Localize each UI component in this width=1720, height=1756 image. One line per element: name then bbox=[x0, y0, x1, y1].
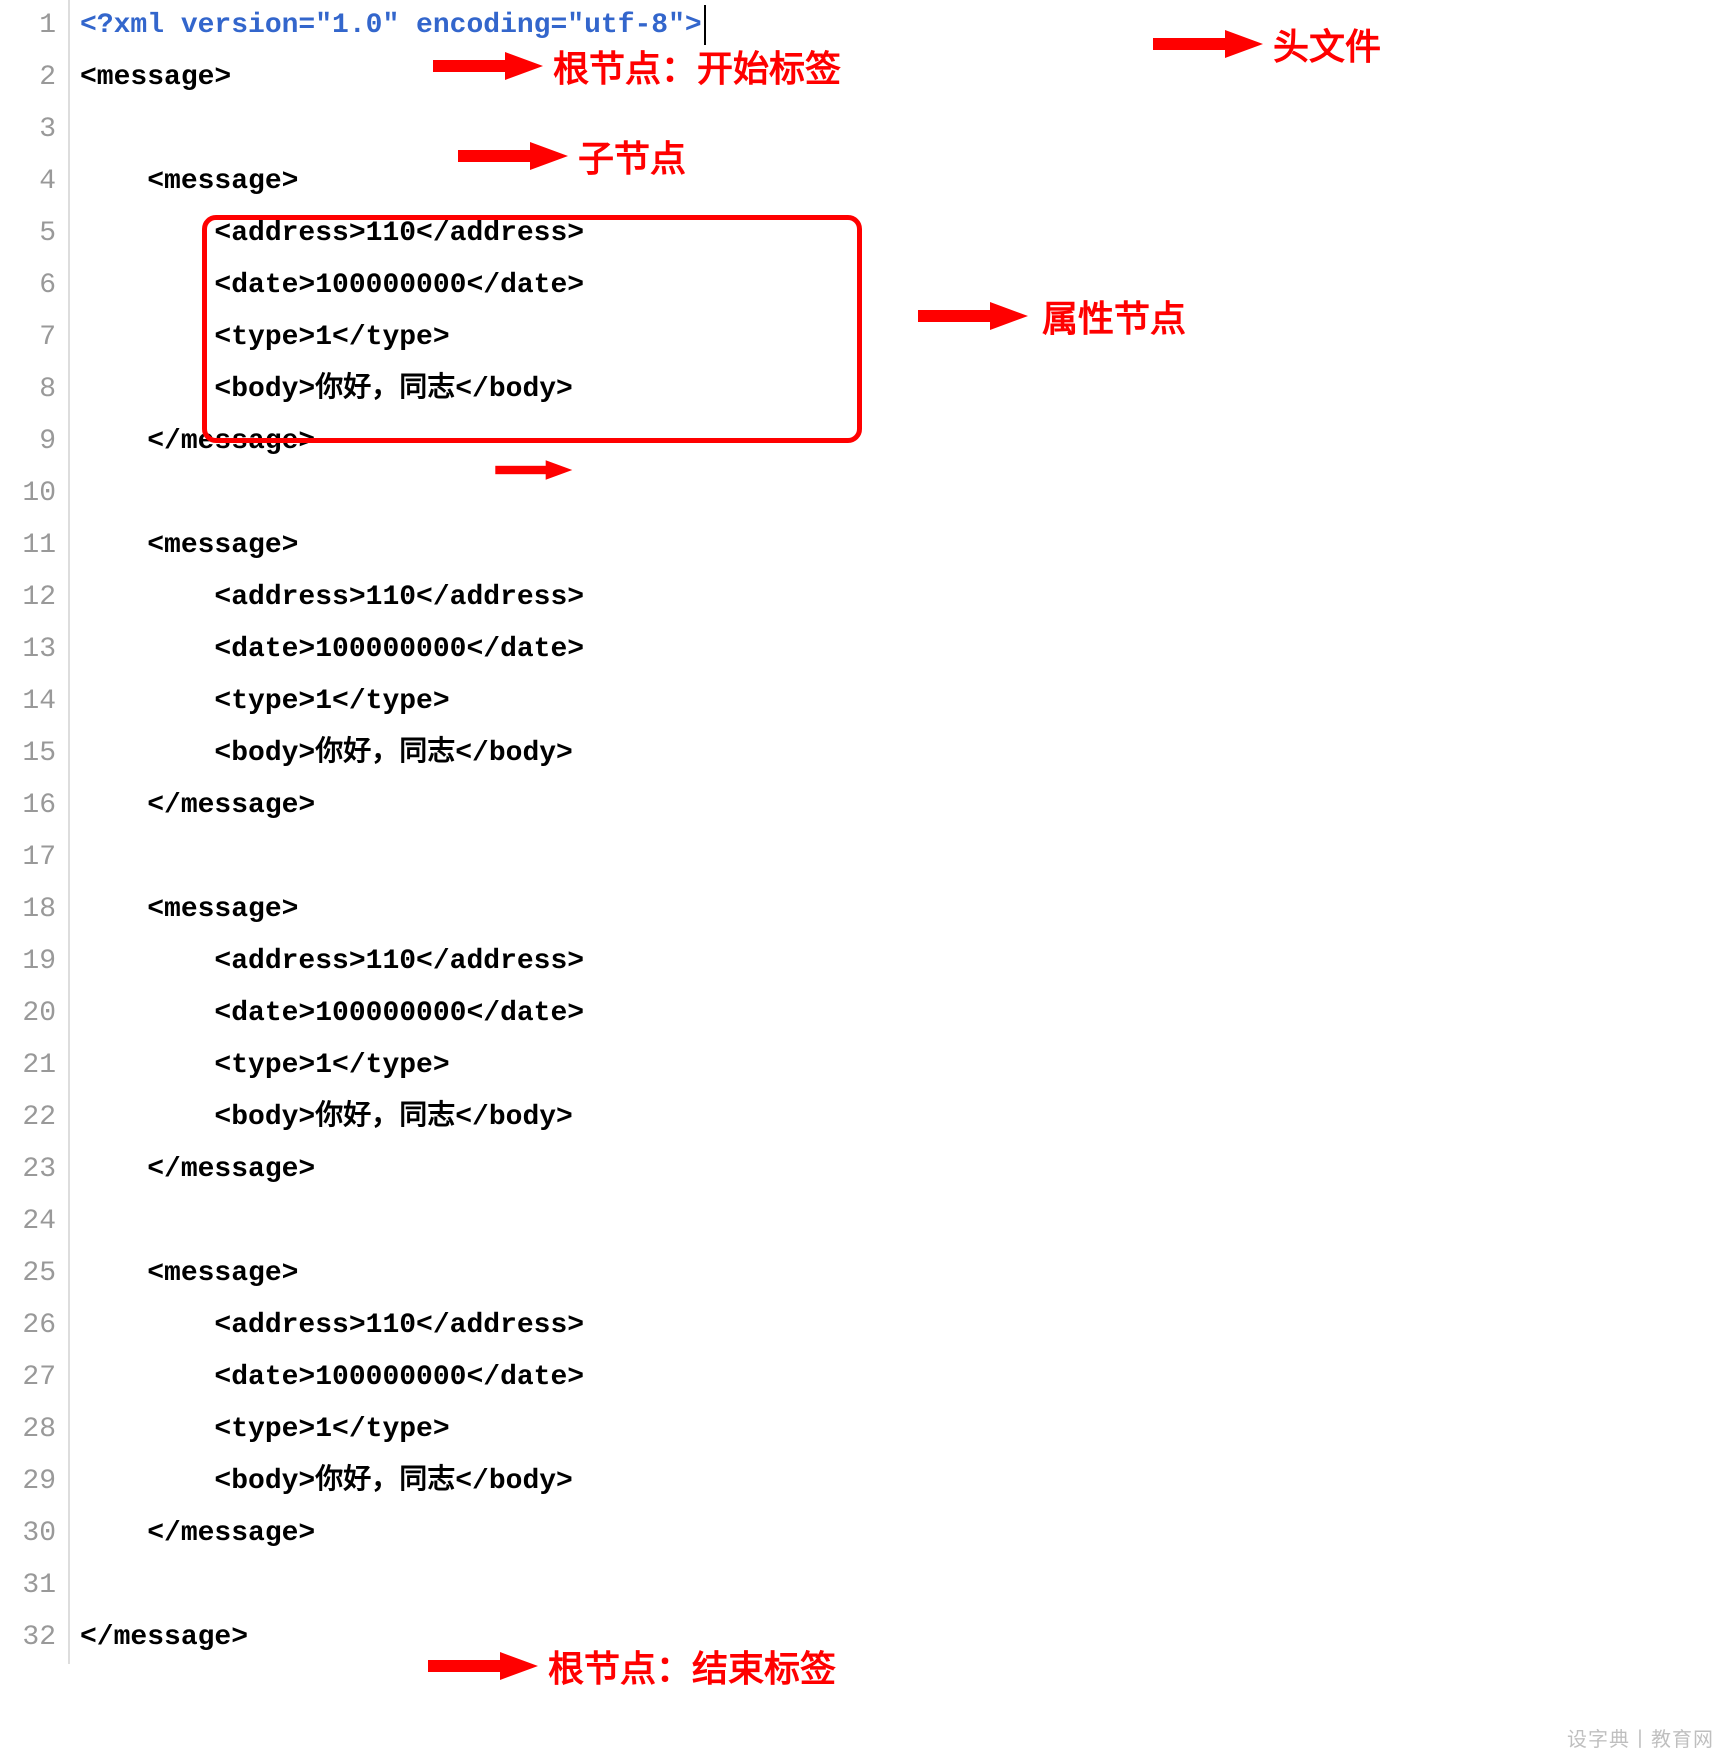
code-text: <message> bbox=[80, 884, 706, 936]
arrow-right-icon bbox=[505, 52, 543, 80]
line-number: 26 bbox=[0, 1300, 56, 1352]
code-text: </message> bbox=[80, 1144, 706, 1196]
code-text: <body>你好，同志</body> bbox=[80, 1456, 706, 1508]
line-number: 22 bbox=[0, 1092, 56, 1144]
line-number: 20 bbox=[0, 988, 56, 1040]
xml-declaration: <?xml version="1.0" encoding="utf-8"> bbox=[80, 10, 702, 41]
code-text: </message> bbox=[80, 780, 706, 832]
annotation-root-end-tag: 根节点：结束标签 bbox=[500, 1640, 836, 1692]
code-text: <address>110</address> bbox=[80, 1300, 706, 1352]
annotation-attribute-node: 属性节点 bbox=[990, 290, 1186, 342]
arrow-right-icon bbox=[546, 460, 573, 480]
annotation-label: 头文件 bbox=[1273, 18, 1381, 70]
code-text bbox=[80, 1560, 706, 1612]
annotation-arrow-child-close bbox=[540, 456, 578, 484]
line-number: 32 bbox=[0, 1612, 56, 1664]
line-number: 9 bbox=[0, 416, 56, 468]
code-text: <type>1</type> bbox=[80, 676, 706, 728]
code-text: <address>110</address> bbox=[80, 572, 706, 624]
line-number: 2 bbox=[0, 52, 56, 104]
line-number: 18 bbox=[0, 884, 56, 936]
code-text bbox=[80, 1196, 706, 1248]
line-number: 7 bbox=[0, 312, 56, 364]
line-number: 6 bbox=[0, 260, 56, 312]
annotation-header-file: 头文件 bbox=[1225, 18, 1381, 70]
arrow-right-icon bbox=[530, 142, 568, 170]
line-number: 29 bbox=[0, 1456, 56, 1508]
line-number: 17 bbox=[0, 832, 56, 884]
code-area[interactable]: <?xml version="1.0" encoding="utf-8"> <m… bbox=[70, 0, 706, 1664]
code-text: <body>你好，同志</body> bbox=[80, 728, 706, 780]
arrow-right-icon bbox=[500, 1652, 538, 1680]
line-number: 8 bbox=[0, 364, 56, 416]
arrow-right-icon bbox=[1225, 30, 1263, 58]
code-text: <address>110</address> bbox=[80, 936, 706, 988]
code-editor: 1 2 3 4 5 6 7 8 9 10 11 12 13 14 15 16 1… bbox=[0, 0, 1720, 1664]
annotation-label: 根节点：结束标签 bbox=[548, 1640, 836, 1692]
text-cursor bbox=[704, 5, 706, 45]
code-text: <type>1</type> bbox=[80, 312, 706, 364]
line-number: 3 bbox=[0, 104, 56, 156]
code-text: <message> bbox=[80, 520, 706, 572]
watermark-text: 设字典丨教育网 bbox=[1567, 1723, 1714, 1752]
code-text: <address>110</address> bbox=[80, 208, 706, 260]
line-number: 21 bbox=[0, 1040, 56, 1092]
code-text: </message> bbox=[80, 1508, 706, 1560]
line-number: 31 bbox=[0, 1560, 56, 1612]
code-text bbox=[80, 832, 706, 884]
code-text: <date>100000000</date> bbox=[80, 988, 706, 1040]
line-number: 14 bbox=[0, 676, 56, 728]
annotation-root-start-tag: 根节点：开始标签 bbox=[505, 40, 841, 92]
code-text bbox=[80, 468, 706, 520]
line-number: 25 bbox=[0, 1248, 56, 1300]
line-number: 4 bbox=[0, 156, 56, 208]
line-number: 11 bbox=[0, 520, 56, 572]
line-number: 1 bbox=[0, 0, 56, 52]
line-number: 10 bbox=[0, 468, 56, 520]
line-number: 28 bbox=[0, 1404, 56, 1456]
code-text: <type>1</type> bbox=[80, 1404, 706, 1456]
line-number: 12 bbox=[0, 572, 56, 624]
code-text: <message> bbox=[80, 1248, 706, 1300]
annotation-child-node: 子节点 bbox=[530, 130, 686, 182]
code-text: <body>你好，同志</body> bbox=[80, 1092, 706, 1144]
line-number: 5 bbox=[0, 208, 56, 260]
line-number: 23 bbox=[0, 1144, 56, 1196]
line-number-gutter: 1 2 3 4 5 6 7 8 9 10 11 12 13 14 15 16 1… bbox=[0, 0, 70, 1664]
line-number: 15 bbox=[0, 728, 56, 780]
line-number: 24 bbox=[0, 1196, 56, 1248]
arrow-right-icon bbox=[990, 302, 1028, 330]
line-number: 13 bbox=[0, 624, 56, 676]
code-text: <date>100000000</date> bbox=[80, 260, 706, 312]
line-number: 19 bbox=[0, 936, 56, 988]
annotation-label: 属性节点 bbox=[1042, 290, 1186, 342]
line-number: 27 bbox=[0, 1352, 56, 1404]
code-text: <type>1</type> bbox=[80, 1040, 706, 1092]
code-text: <date>100000000</date> bbox=[80, 624, 706, 676]
line-number: 16 bbox=[0, 780, 56, 832]
code-text: <body>你好，同志</body> bbox=[80, 364, 706, 416]
annotation-label: 子节点 bbox=[578, 130, 686, 182]
code-text: <date>100000000</date> bbox=[80, 1352, 706, 1404]
code-text: </message> bbox=[80, 416, 706, 468]
annotation-label: 根节点：开始标签 bbox=[553, 40, 841, 92]
line-number: 30 bbox=[0, 1508, 56, 1560]
